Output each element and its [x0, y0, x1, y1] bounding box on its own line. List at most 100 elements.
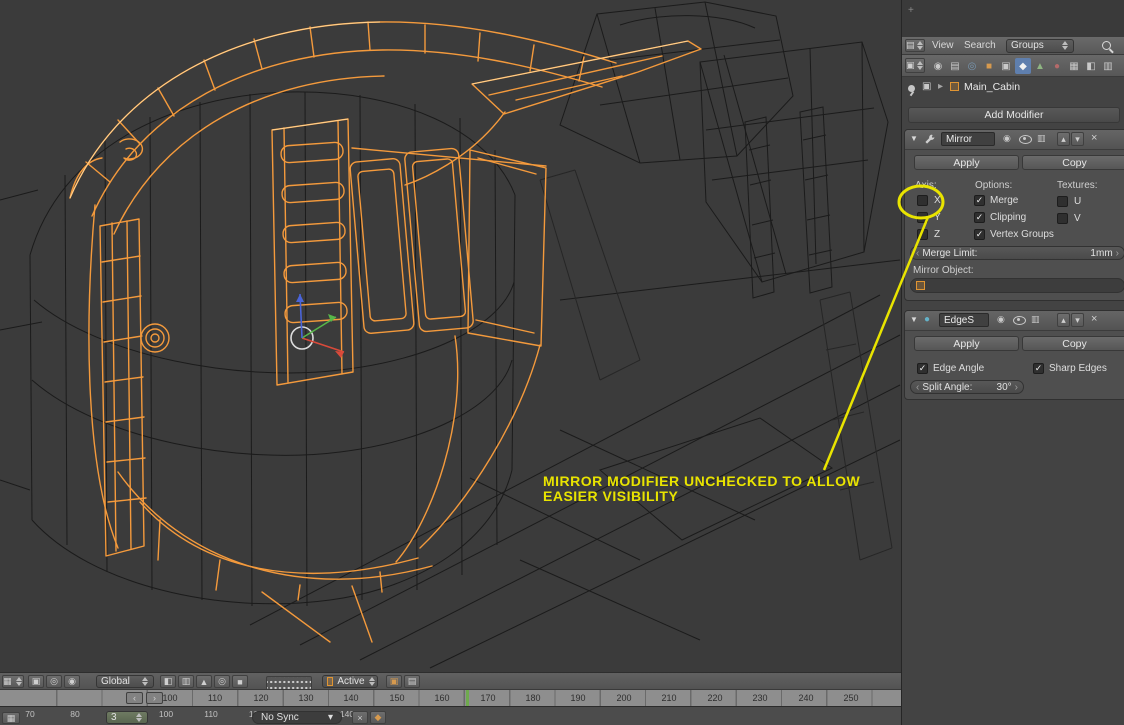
current-frame-field[interactable]: 3	[106, 711, 148, 724]
3d-viewport[interactable]	[0, 0, 901, 672]
tab-constraints[interactable]: ▣	[998, 58, 1014, 74]
outliner-icon: ▤	[906, 40, 915, 51]
layers-widget[interactable]	[266, 676, 312, 690]
slider-arrow-right-icon[interactable]: ›	[1116, 248, 1119, 259]
pivot-icon-button[interactable]: ◉	[64, 675, 80, 688]
outliner-content[interactable]: +	[902, 0, 1124, 37]
edgesplit-modifier-panel: ▼ ● EdgeS ◉ ▥ ▴ ▾ × Apply Copy ✓ Edge An…	[904, 310, 1124, 400]
editmode-toggle-icon[interactable]: ▥	[1031, 314, 1040, 325]
render-image-icon: ▣	[390, 676, 399, 687]
transform-orientation-dropdown[interactable]: Global	[96, 675, 154, 688]
move-modifier-up-button[interactable]: ▴	[1057, 313, 1070, 327]
apply-label: Apply	[953, 157, 979, 169]
shading-icon-button[interactable]: ◎	[46, 675, 62, 688]
collapse-triangle-icon[interactable]: ▼	[910, 315, 918, 324]
move-modifier-down-button[interactable]: ▾	[1071, 132, 1084, 146]
render-toggle-icon[interactable]: ◉	[997, 314, 1005, 325]
move-modifier-up-button[interactable]: ▴	[1057, 132, 1070, 146]
manipulator-rotate-button[interactable]: ◎	[214, 675, 230, 688]
close-modifier-icon[interactable]: ×	[1091, 132, 1097, 144]
render-preview-button[interactable]: ▣	[386, 675, 402, 688]
tab-object[interactable]: ■	[981, 58, 997, 74]
keying-set-button[interactable]: ◆	[370, 711, 386, 724]
tab-particles[interactable]: ◧	[1083, 58, 1099, 74]
ruler-number: 210	[658, 693, 680, 703]
merge-checkbox[interactable]: ✓	[974, 195, 985, 206]
outliner-editor-type-button[interactable]: ▤	[905, 39, 925, 52]
move-modifier-down-button[interactable]: ▾	[1071, 313, 1084, 327]
tab-physics[interactable]: ▥	[1100, 58, 1116, 74]
ruler-jump-back-button[interactable]: ‹	[126, 692, 143, 704]
ruler-number: 140	[340, 693, 362, 703]
properties-editor-type-button[interactable]: ▣	[905, 58, 925, 73]
slider-arrow-left-icon[interactable]: ‹	[916, 382, 919, 393]
ruler-number: 130	[295, 693, 317, 703]
add-modifier-button[interactable]: Add Modifier	[908, 107, 1120, 123]
mirror-y-checkbox[interactable]	[917, 212, 928, 223]
modifier-name-value: Mirror	[946, 134, 972, 145]
edgesplit-apply-button[interactable]: Apply	[914, 336, 1019, 351]
texture-v-label: V	[1074, 213, 1081, 224]
outliner-menu-search[interactable]: Search	[964, 40, 996, 51]
editmode-toggle-icon[interactable]: ▥	[1037, 133, 1046, 144]
tab-object-data[interactable]: ▲	[1032, 58, 1048, 74]
modifier-name-field[interactable]: EdgeS	[939, 313, 989, 327]
timeline-ruler[interactable]: ‹ › 100 110 120 130 140 150 160 170 180 …	[0, 689, 901, 706]
tab-render[interactable]: ◉	[930, 58, 946, 74]
editor-type-button[interactable]: ▦	[2, 675, 24, 688]
modifier-name-field[interactable]: Mirror	[941, 132, 995, 146]
mirror-copy-button[interactable]: Copy	[1022, 155, 1124, 170]
edge-angle-checkbox[interactable]: ✓	[917, 363, 928, 374]
ruler-number: 170	[477, 693, 499, 703]
mode-icon-button[interactable]: ▣	[28, 675, 44, 688]
slider-arrow-left-icon[interactable]: ‹	[916, 248, 919, 259]
chevron-updown-icon	[1062, 41, 1069, 50]
mirror-object-field[interactable]	[910, 278, 1124, 293]
active-dropdown[interactable]: Active	[322, 675, 378, 688]
breadcrumb-object-name[interactable]: Main_Cabin	[964, 81, 1020, 93]
manipulator-translate-button[interactable]: ▲	[196, 675, 212, 688]
blender-window: { "colors": { "wireframe_orange": "#f49a…	[0, 0, 1124, 725]
mirror-apply-button[interactable]: Apply	[914, 155, 1019, 170]
merge-limit-slider[interactable]: ‹ Merge Limit: 1mm ›	[910, 246, 1124, 260]
visibility-eye-icon[interactable]	[1019, 135, 1032, 144]
edgesplit-copy-button[interactable]: Copy	[1022, 336, 1124, 351]
current-frame-marker[interactable]	[466, 690, 469, 706]
ruler-number: 250	[840, 693, 862, 703]
vertex-groups-checkbox[interactable]: ✓	[974, 229, 985, 240]
sync-dropdown[interactable]: No Sync ▾	[252, 711, 342, 724]
outliner-display-mode-dropdown[interactable]: Groups	[1006, 39, 1074, 53]
clipping-checkbox[interactable]: ✓	[974, 212, 985, 223]
snap-icon-button[interactable]: ◧	[160, 675, 176, 688]
timeline-editor-type-button[interactable]: ▦	[2, 712, 20, 724]
texture-u-checkbox[interactable]	[1057, 196, 1068, 207]
manipulator-scale-button[interactable]: ■	[232, 675, 248, 688]
search-icon[interactable]	[1102, 41, 1111, 50]
tab-material[interactable]: ●	[1049, 58, 1065, 74]
merge-limit-label: Merge Limit:	[922, 248, 977, 259]
collapse-triangle-icon[interactable]: ▼	[910, 134, 918, 143]
sharp-edges-checkbox[interactable]: ✓	[1033, 363, 1044, 374]
tab-modifiers[interactable]: ◆	[1015, 58, 1031, 74]
visibility-eye-icon[interactable]	[1013, 316, 1026, 325]
timeline-number: 80	[64, 709, 86, 719]
mirror-x-checkbox[interactable]	[917, 195, 928, 206]
slider-arrow-right-icon[interactable]: ›	[1015, 382, 1018, 393]
tab-scene[interactable]: ▤	[947, 58, 963, 74]
render-anim-button[interactable]: ▤	[404, 675, 420, 688]
tab-texture[interactable]: ▦	[1066, 58, 1082, 74]
tab-world[interactable]: ◎	[964, 58, 980, 74]
render-toggle-icon[interactable]: ◉	[1003, 133, 1011, 144]
timeline-editor[interactable]: 70 80 90 100 110 120 130 140 ▦ 3 No Sync…	[0, 706, 901, 725]
split-angle-slider[interactable]: ‹ Split Angle: 30° ›	[910, 380, 1024, 394]
ruler-number: 220	[704, 693, 726, 703]
close-modifier-icon[interactable]: ×	[1091, 313, 1097, 325]
pin-icon[interactable]	[908, 85, 915, 92]
timeline-close-button[interactable]: ×	[352, 711, 368, 724]
rotate-icon: ◎	[218, 676, 226, 687]
texture-v-checkbox[interactable]	[1057, 213, 1068, 224]
mirror-z-checkbox[interactable]	[917, 229, 928, 240]
proportional-icon-button[interactable]: ▥	[178, 675, 194, 688]
proportional-edit-icon: ▥	[182, 676, 191, 687]
outliner-menu-view[interactable]: View	[932, 40, 954, 51]
